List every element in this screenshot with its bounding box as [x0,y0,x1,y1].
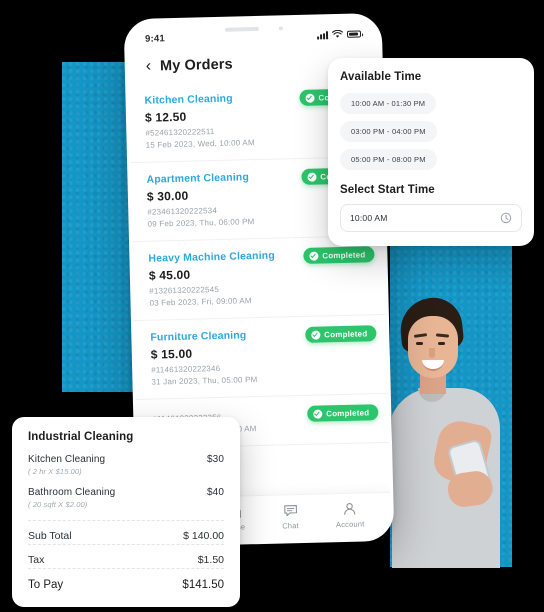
page-title: My Orders [159,56,233,75]
order-row[interactable]: Furniture Cleaning $ 15.00 #114613202223… [133,314,388,401]
available-time-card: Available Time 10:00 AM - 01:30 PM 03:00… [328,58,534,246]
invoice-topay-row: To Pay $141.50 [28,568,224,591]
invoice-card: Industrial Cleaning Kitchen Cleaning $30… [12,417,240,607]
invoice-item-name: Bathroom Cleaning [28,487,116,498]
invoice-subtotal-label: Sub Total [28,530,72,542]
start-time-input[interactable]: 10:00 AM [340,204,522,232]
status-badge-label: Completed [324,328,368,339]
order-price: $ 45.00 [148,267,191,283]
invoice-topay-label: To Pay [28,579,64,591]
time-slot-chip[interactable]: 03:00 PM - 04:00 PM [340,121,437,142]
check-circle-icon [307,172,317,182]
phone-notch [200,17,306,42]
status-badge-label: Completed [326,407,370,418]
invoice-item-amount: $30 [207,454,224,465]
order-date: 31 Jan 2023, Thu, 05:00 PM [151,375,258,387]
invoice-tax-row: Tax $1.50 [28,544,224,566]
person-photo [392,290,512,568]
tab-account[interactable]: Account [335,500,365,529]
invoice-topay-amount: $141.50 [182,579,224,591]
start-time-value: 10:00 AM [350,213,388,223]
invoice-tax-label: Tax [28,554,45,566]
invoice-item-detail: ( 2 hr X $15.00) [28,467,82,476]
check-circle-icon [305,93,315,103]
order-row[interactable]: Heavy Machine Cleaning $ 45.00 #13261320… [132,235,386,322]
screenshot-stage: 9:41 ‹ My Orders Kitchen Cleaning $ 12.5… [0,0,544,612]
person-icon [344,502,356,515]
invoice-tax-amount: $1.50 [197,554,224,566]
available-time-heading: Available Time [340,71,422,83]
status-badge: Completed [305,325,377,343]
tab-chat[interactable]: Chat [282,502,299,530]
clock-icon [500,212,512,224]
invoice-subtotal-row: Sub Total $ 140.00 [28,520,224,542]
invoice-item-detail: ( 20 sqft X $2.00) [28,500,88,509]
invoice-line-item: Kitchen Cleaning $30 ( 2 hr X $15.00) [28,454,224,476]
chevron-left-icon[interactable]: ‹ [146,58,152,75]
wifi-icon [332,29,343,38]
time-slot-chips: 10:00 AM - 01:30 PM 03:00 PM - 04:00 PM … [340,93,522,170]
status-badge-label: Completed [322,249,366,260]
invoice-subtotal-amount: $ 140.00 [183,530,224,542]
invoice-item-amount: $40 [207,487,224,498]
battery-icon [346,30,362,38]
status-time: 9:41 [144,33,166,45]
invoice-line-item: Bathroom Cleaning $40 ( 20 sqft X $2.00) [28,487,224,509]
status-badge: Completed [306,404,379,422]
check-circle-icon [313,408,323,419]
select-start-time-heading: Select Start Time [340,184,435,196]
check-circle-icon [309,251,319,261]
check-circle-icon [311,330,321,340]
invoice-item-name: Kitchen Cleaning [28,454,106,465]
tab-account-label: Account [335,518,365,529]
time-slot-chip[interactable]: 05:00 PM - 08:00 PM [340,149,437,170]
tab-chat-label: Chat [282,520,300,531]
chat-icon [283,504,297,516]
order-date: 03 Feb 2023, Fri, 09:00 AM [149,296,252,308]
status-badge: Completed [303,246,375,264]
invoice-title: Industrial Cleaning [28,431,134,443]
order-price: $ 15.00 [150,346,193,362]
signal-bars-icon [317,30,329,40]
time-slot-chip[interactable]: 10:00 AM - 01:30 PM [340,93,437,114]
